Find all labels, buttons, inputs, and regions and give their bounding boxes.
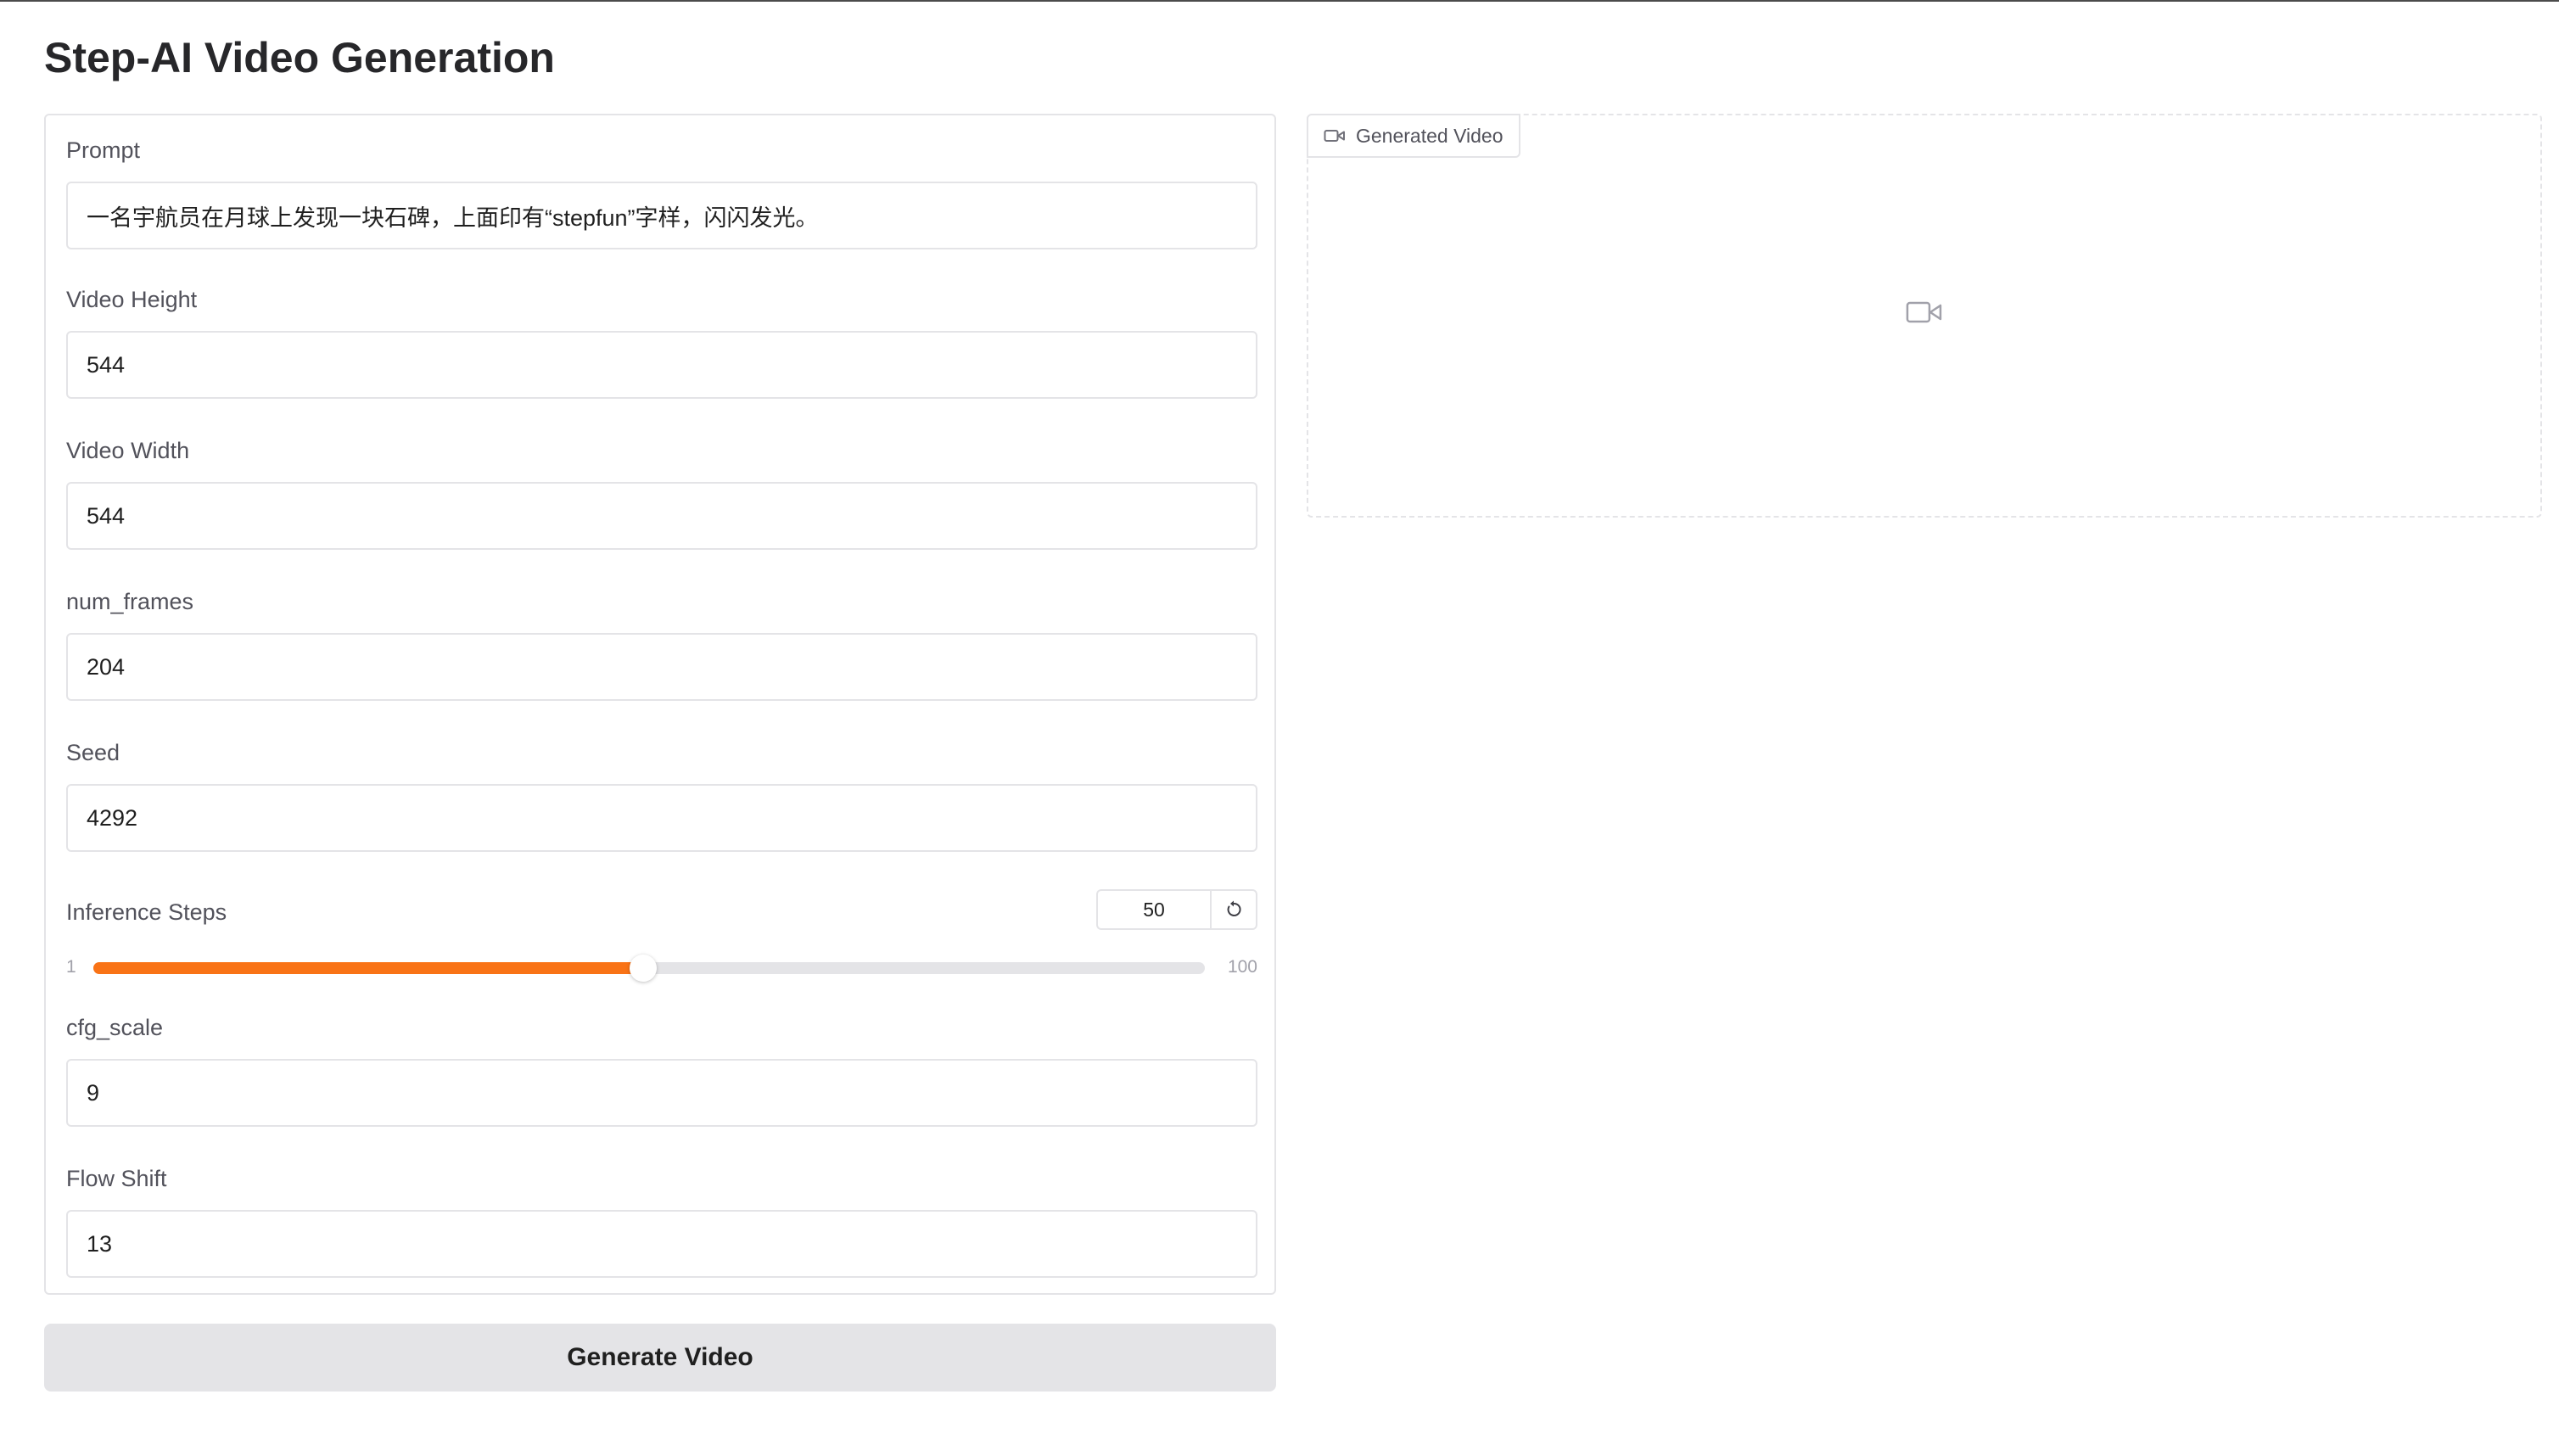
video-height-label: Video Height [66,287,198,312]
cfg-scale-input[interactable] [66,1059,1257,1127]
inference-steps-slider-thumb[interactable] [630,955,658,982]
video-height-field: Video Height [66,285,1257,399]
generated-video-label: Generated Video [1356,124,1503,147]
seed-input[interactable] [66,784,1257,852]
video-width-input[interactable] [66,482,1257,550]
seed-field: Seed [66,738,1257,852]
seed-label: Seed [66,740,120,765]
video-width-label: Video Width [66,438,190,463]
page-title: Step-AI Video Generation [44,34,555,81]
video-width-field: Video Width [66,436,1257,550]
video-placeholder [1906,299,1943,330]
generated-video-tab: Generated Video [1307,114,1520,158]
flow-shift-input[interactable] [66,1210,1257,1278]
inference-steps-min: 1 [66,957,76,977]
inference-steps-slider-fill [93,962,644,974]
inference-steps-field: Inference Steps 1 100 [66,889,1257,991]
video-height-input[interactable] [66,331,1257,399]
reset-icon [1227,900,1241,916]
num-frames-label: num_frames [66,589,194,614]
flow-shift-label: Flow Shift [66,1166,167,1191]
inference-steps-number-input[interactable] [1096,889,1210,930]
inference-steps-reset-button[interactable] [1210,889,1257,930]
prompt-input[interactable] [66,182,1257,249]
generate-video-button[interactable]: Generate Video [44,1324,1276,1392]
cfg-scale-label: cfg_scale [66,1015,164,1040]
prompt-field: Prompt [66,136,1257,249]
window-top-border [0,0,2559,2]
num-frames-field: num_frames [66,587,1257,701]
inference-steps-slider[interactable] [93,955,1205,982]
num-frames-input[interactable] [66,633,1257,701]
generated-video-panel: Generated Video [1307,114,2542,518]
video-camera-icon [1324,130,1345,142]
inference-steps-max: 100 [1227,957,1257,977]
video-camera-icon [1906,301,1942,323]
inference-steps-label: Inference Steps [66,899,227,925]
settings-panel: Prompt Video Height Video Width num_fram… [44,114,1276,1295]
cfg-scale-field: cfg_scale [66,1013,1257,1127]
flow-shift-field: Flow Shift [66,1164,1257,1278]
prompt-label: Prompt [66,137,141,163]
